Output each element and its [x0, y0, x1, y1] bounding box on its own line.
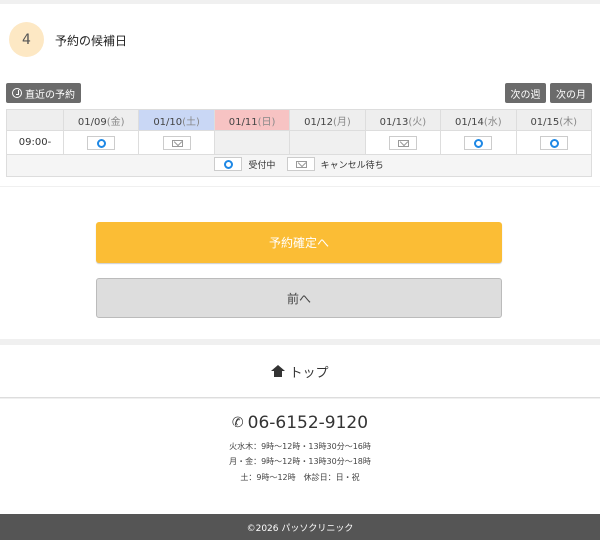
recent-booking-label: 直近の予約 — [25, 89, 75, 101]
hours-line: 土：9時～12時 休診日：日・祝 — [240, 473, 360, 482]
day-header: 01/09(金) — [62, 109, 140, 131]
home-icon — [271, 365, 286, 377]
envelope-icon — [286, 157, 315, 171]
clock-icon — [12, 88, 22, 98]
day-header: 01/12(月) — [289, 109, 366, 131]
phone-icon: ✆ — [231, 415, 244, 431]
time-slot-row: 09:00- — [6, 130, 593, 155]
slot-cell[interactable] — [62, 130, 140, 155]
slot-cell — [289, 130, 366, 155]
top-link[interactable]: トップ — [271, 362, 329, 381]
next-week-button[interactable]: 次の週 — [505, 83, 546, 103]
home-nav: トップ — [0, 345, 600, 398]
available-circle-icon — [214, 157, 243, 171]
slot-cell[interactable] — [364, 130, 442, 155]
phone-number[interactable]: ✆ 06-6152-9120 — [0, 413, 600, 433]
calendar-header-row: 01/09(金) 01/10(土) 01/11(日) 01/12(月) 01/1… — [6, 109, 593, 131]
step-title: 予約の候補日 — [55, 34, 128, 48]
legend: 受付中 キャンセル待ち — [6, 154, 592, 177]
available-circle-icon — [464, 135, 493, 150]
day-header: 01/11(日) — [213, 109, 291, 131]
day-header: 01/13(火) — [364, 109, 442, 131]
slot-cell — [213, 130, 291, 155]
availability-calendar: 01/09(金) 01/10(土) 01/11(日) 01/12(月) 01/1… — [6, 109, 593, 177]
footer-copyright: ©2026 パッソクリニック — [0, 514, 600, 540]
legend-waitlist: キャンセル待ち — [286, 157, 384, 171]
available-circle-icon — [539, 135, 568, 150]
legend-available: 受付中 — [214, 157, 275, 171]
day-header: 01/10(土) — [138, 109, 215, 131]
time-label: 09:00- — [6, 130, 64, 155]
top-link-label: トップ — [289, 365, 329, 381]
clinic-info: ✆ 06-6152-9120 火水木：9時～12時・13時30分～16時 月・金… — [0, 399, 600, 514]
recent-booking-button[interactable]: 直近の予約 — [6, 83, 81, 103]
day-header: 01/14(水) — [440, 109, 517, 131]
day-header: 01/15(木) — [515, 109, 593, 131]
envelope-icon — [388, 135, 417, 150]
envelope-icon — [162, 135, 191, 150]
phone-number-text: 06-6152-9120 — [247, 413, 369, 433]
time-column-header — [6, 109, 64, 131]
slot-cell[interactable] — [138, 130, 215, 155]
back-button[interactable]: 前へ — [96, 278, 502, 318]
confirm-booking-button[interactable]: 予約確定へ — [96, 222, 502, 263]
hours-line: 火水木：9時～12時・13時30分～16時 — [229, 442, 371, 451]
step-number-badge: 4 — [9, 22, 44, 57]
available-circle-icon — [87, 135, 116, 150]
slot-cell[interactable] — [515, 130, 593, 155]
hours-line: 月・金：9時～12時・13時30分～18時 — [229, 457, 371, 466]
actions-section: 予約確定へ 前へ — [0, 187, 600, 339]
next-month-button[interactable]: 次の月 — [550, 83, 592, 103]
slot-cell[interactable] — [440, 130, 517, 155]
legend-row: 受付中 キャンセル待ち — [6, 154, 592, 177]
